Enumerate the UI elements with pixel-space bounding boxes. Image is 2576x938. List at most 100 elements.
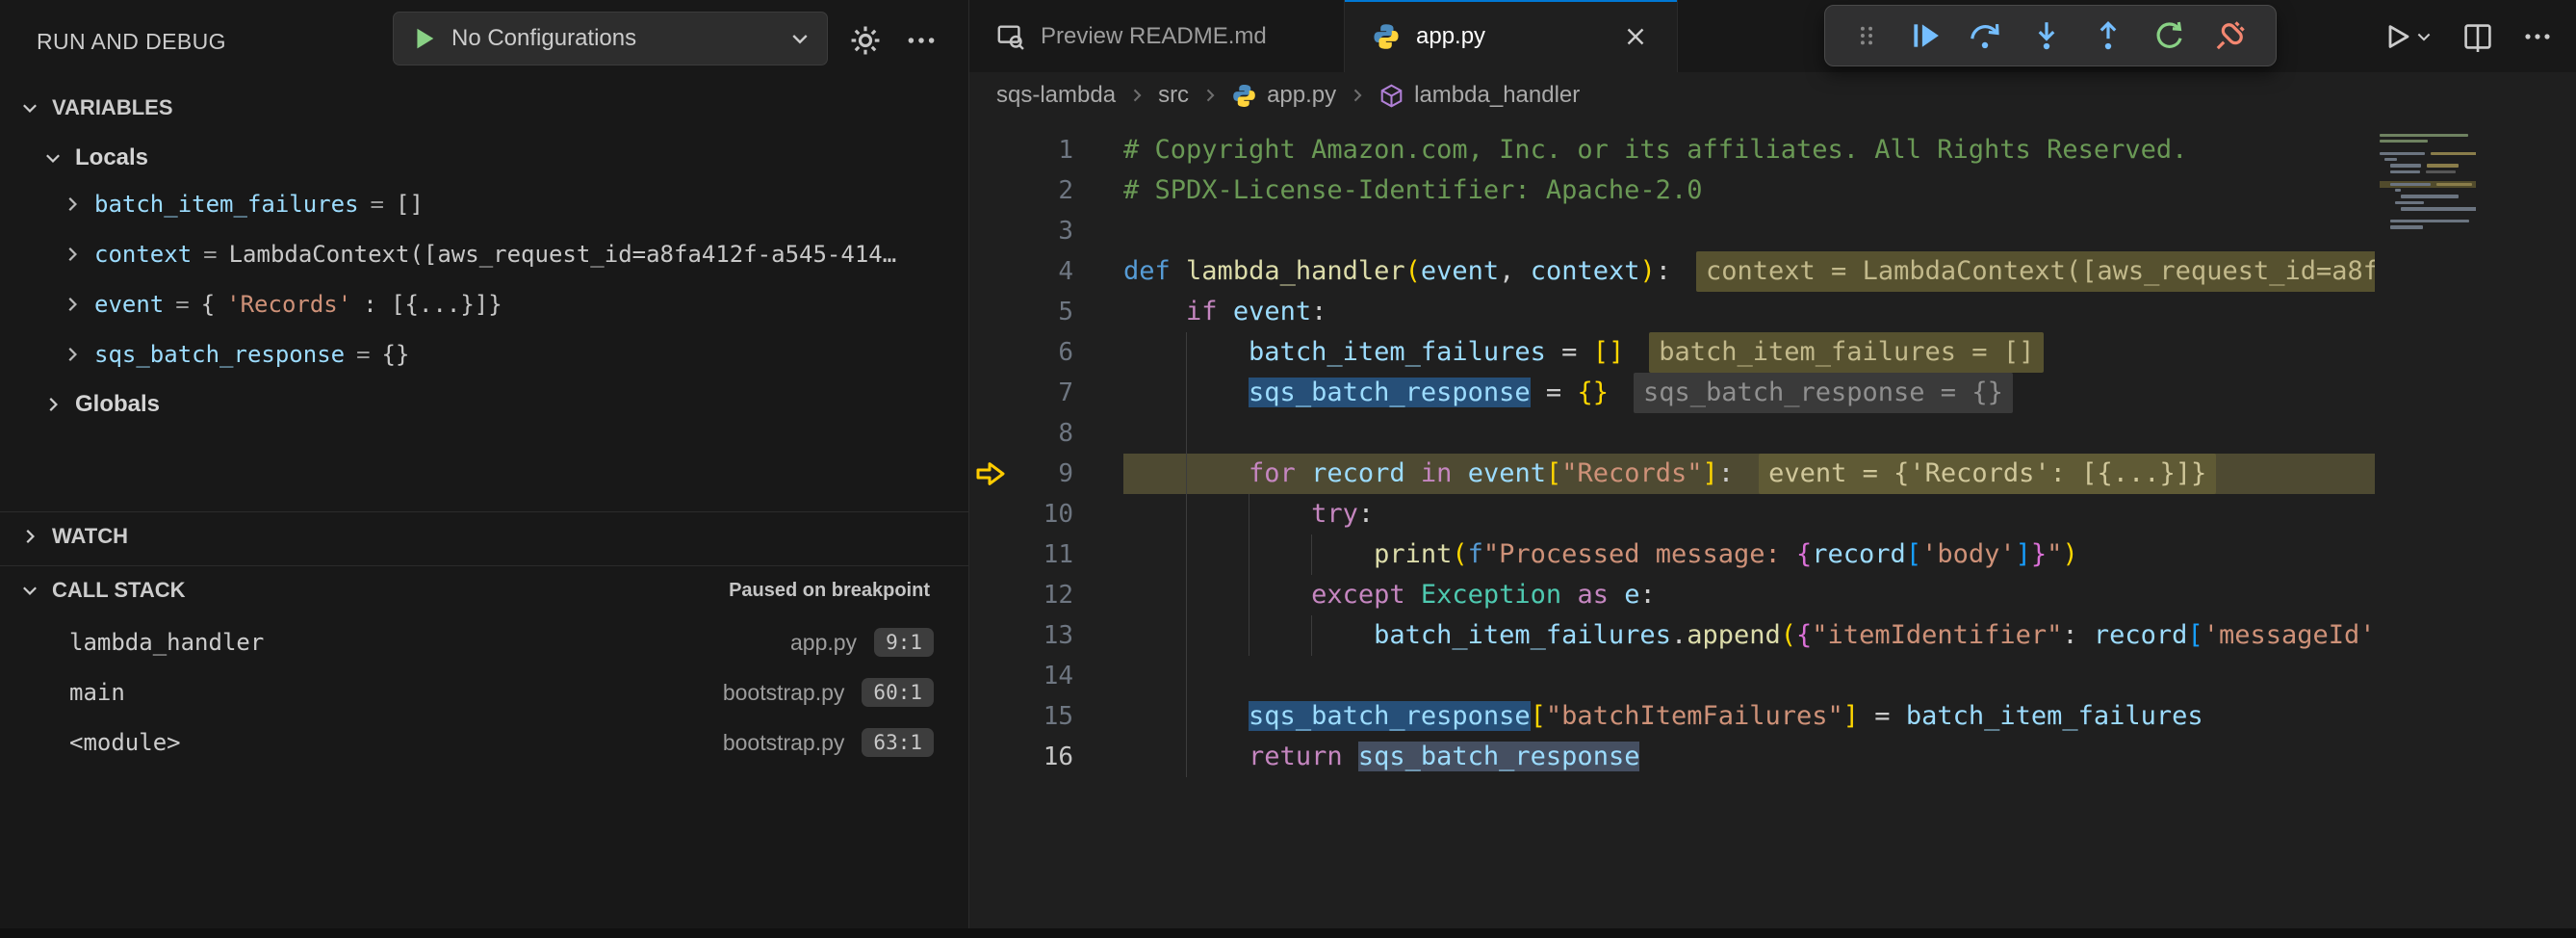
code-token: try (1311, 499, 1358, 529)
line-number: 3 (1058, 211, 1073, 251)
line-gutter[interactable]: 12 (969, 575, 1123, 615)
line-gutter[interactable]: 5 (969, 292, 1123, 332)
section-variables[interactable]: VARIABLES (0, 85, 968, 131)
debug-disconnect-button[interactable] (2214, 19, 2247, 52)
line-gutter[interactable]: 6 (969, 332, 1123, 373)
indent-guide-line (1186, 615, 1187, 656)
section-watch[interactable]: WATCH (0, 513, 968, 560)
code-line[interactable]: 8 (969, 413, 2576, 454)
line-gutter[interactable]: 16 (969, 737, 1123, 777)
variable-row[interactable]: batch_item_failures = [] (0, 179, 968, 229)
code-token: : (1358, 499, 1374, 529)
code-line[interactable]: 6 batch_item_failures = []batch_item_fai… (969, 332, 2576, 373)
debug-config-dropdown[interactable]: No Configurations (393, 12, 828, 65)
breadcrumb-item[interactable]: src (1158, 82, 1189, 109)
code-token: event (1468, 458, 1546, 488)
chevron-right-icon (19, 526, 40, 547)
debug-settings-button[interactable] (849, 24, 882, 57)
indent-guide-line (1186, 575, 1187, 615)
minimap[interactable] (2375, 118, 2576, 938)
variable-row[interactable]: event = {'Records': [{...}]} (0, 279, 968, 329)
minimap-mark (2384, 158, 2396, 161)
code-line[interactable]: 10 try: (969, 494, 2576, 534)
code-token: as (1577, 580, 1609, 610)
code-line[interactable]: 4def lambda_handler(event, context):cont… (969, 251, 2576, 292)
line-gutter[interactable]: 2 (969, 170, 1123, 211)
chevron-right-icon (62, 294, 83, 315)
section-variables-label: VARIABLES (52, 95, 173, 120)
debug-continue-button[interactable] (1908, 19, 1941, 52)
code-token: : (1311, 297, 1327, 326)
line-gutter[interactable]: 9 (969, 454, 1123, 494)
line-gutter[interactable]: 13 (969, 615, 1123, 656)
code-token (1561, 580, 1577, 610)
line-gutter[interactable]: 3 (969, 211, 1123, 251)
frame-name: main (69, 679, 125, 706)
more-actions-button[interactable] (2522, 21, 2553, 52)
chevron-down-icon (19, 97, 40, 118)
line-gutter[interactable]: 11 (969, 534, 1123, 575)
line-content: print(f"Processed message: {record['body… (1123, 534, 2576, 575)
code-line[interactable]: 3 (969, 211, 2576, 251)
panel-more-actions-button[interactable] (905, 24, 938, 57)
minimap-bars (2380, 132, 2476, 230)
call-stack-frame[interactable]: mainbootstrap.py60:1 (0, 667, 968, 717)
toolbar-gripper-icon[interactable] (1854, 23, 1879, 48)
line-gutter[interactable]: 4 (969, 251, 1123, 292)
minimap-mark (2380, 152, 2425, 155)
tab-app-py[interactable]: app.py (1345, 0, 1678, 72)
breadcrumb-separator-icon (1127, 86, 1146, 105)
code-token: ] (2016, 539, 2031, 569)
line-gutter[interactable]: 10 (969, 494, 1123, 534)
section-call-stack[interactable]: CALL STACK Paused on breakpoint (0, 567, 968, 613)
tab-label: Preview README.md (1041, 23, 1267, 50)
code-line[interactable]: 16 return sqs_batch_response (969, 737, 2576, 777)
tree-item-globals[interactable]: Globals (42, 381, 160, 428)
breadcrumb-item[interactable]: sqs-lambda (996, 82, 1116, 109)
line-gutter[interactable]: 8 (969, 413, 1123, 454)
run-button[interactable] (2382, 21, 2434, 52)
code-line[interactable]: 9 for record in event["Records"]:event =… (969, 454, 2576, 494)
variable-row[interactable]: context = LambdaContext([aws_request_id=… (0, 229, 968, 279)
breadcrumb-item[interactable]: lambda_handler (1378, 82, 1580, 109)
debug-restart-button[interactable] (2153, 19, 2186, 52)
line-content: batch_item_failures.append({"itemIdentif… (1123, 615, 2576, 656)
code-line[interactable]: 2# SPDX-License-Identifier: Apache-2.0 (969, 170, 2576, 211)
python-icon (1231, 83, 1257, 109)
code-token (1405, 580, 1421, 610)
start-debugging-icon[interactable] (409, 24, 438, 53)
line-gutter[interactable]: 7 (969, 373, 1123, 413)
tab-preview-readme-md[interactable]: Preview README.md (969, 0, 1345, 72)
code-line[interactable]: 11 print(f"Processed message: {record['b… (969, 534, 2576, 575)
line-number: 7 (1058, 373, 1073, 413)
debug-step-out-button[interactable] (2092, 19, 2125, 52)
chevron-down-icon (788, 27, 811, 50)
code-line[interactable]: 14 (969, 656, 2576, 696)
code-line[interactable]: 1# Copyright Amazon.com, Inc. or its aff… (969, 130, 2576, 170)
code-line[interactable]: 7 sqs_batch_response = {}sqs_batch_respo… (969, 373, 2576, 413)
code-line[interactable]: 15 sqs_batch_response["batchItemFailures… (969, 696, 2576, 737)
call-stack-frame[interactable]: lambda_handlerapp.py9:1 (0, 617, 968, 667)
code-editor[interactable]: 1# Copyright Amazon.com, Inc. or its aff… (969, 118, 2576, 938)
code-line[interactable]: 12 except Exception as e: (969, 575, 2576, 615)
line-gutter[interactable]: 14 (969, 656, 1123, 696)
tree-item-locals[interactable]: Locals (42, 135, 148, 181)
code-line[interactable]: 5 if event: (969, 292, 2576, 332)
variable-row[interactable]: sqs_batch_response = {} (0, 329, 968, 379)
minimap-mark (2390, 225, 2423, 228)
line-gutter[interactable]: 15 (969, 696, 1123, 737)
split-editor-button[interactable] (2462, 21, 2493, 52)
debug-step-over-button[interactable] (1969, 19, 2001, 52)
globals-label: Globals (75, 391, 160, 418)
code-token: {} (1577, 378, 1609, 407)
breadcrumb-item[interactable]: app.py (1231, 82, 1336, 109)
variable-value: {} (382, 341, 410, 368)
call-stack-frame[interactable]: <module>bootstrap.py63:1 (0, 717, 968, 768)
code-token: [ (2187, 620, 2202, 650)
close-icon[interactable] (1621, 22, 1650, 51)
code-line[interactable]: 13 batch_item_failures.append({"itemIden… (969, 615, 2576, 656)
indent-guide-line (1311, 534, 1312, 575)
symbol-method-icon (1378, 83, 1404, 109)
debug-step-into-button[interactable] (2030, 19, 2063, 52)
line-gutter[interactable]: 1 (969, 130, 1123, 170)
